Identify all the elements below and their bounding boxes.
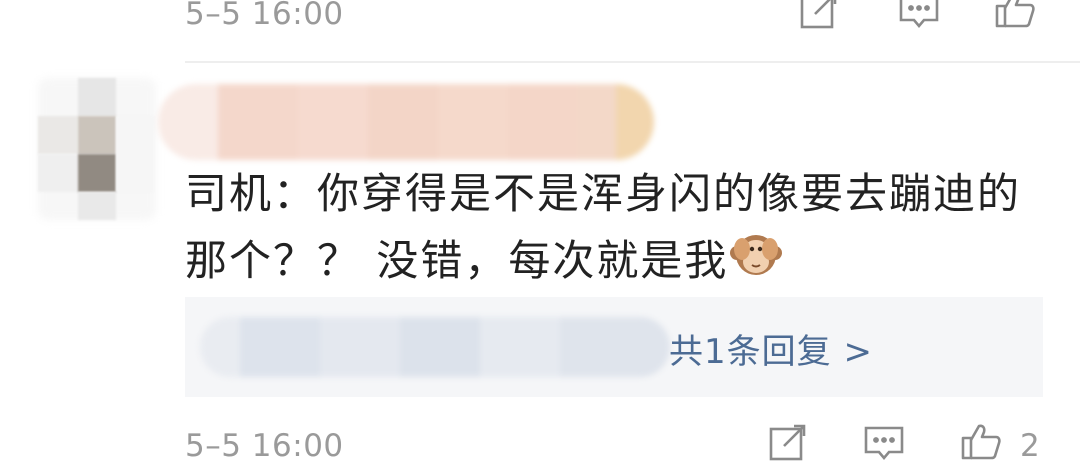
comment-icon[interactable] <box>897 0 941 32</box>
comment-thread: 5–5 16:00 司机：你穿得是不是浑身闪的像要去蹦迪的 那个？？ 没错，每次… <box>0 0 1080 468</box>
thumbs-up-icon[interactable] <box>993 0 1037 32</box>
comment-body: 司机：你穿得是不是浑身闪的像要去蹦迪的 那个？？ 没错，每次就是我 <box>185 160 1045 294</box>
share-icon[interactable] <box>797 0 841 32</box>
reply-content-redacted <box>200 317 670 377</box>
view-replies-link[interactable]: 共1条回复 > <box>669 324 873 373</box>
comment-icon[interactable] <box>862 420 906 464</box>
comment-text-line: 那个？？ 没错，每次就是我 <box>185 227 1045 294</box>
comment-timestamp: 5–5 16:00 <box>185 428 344 464</box>
comment-meta: 5–5 16:00 2 <box>185 418 1080 468</box>
avatar[interactable] <box>38 78 156 220</box>
share-icon[interactable] <box>766 420 810 464</box>
thumbs-up-icon[interactable] <box>959 420 1003 464</box>
like-count: 2 <box>1020 428 1040 464</box>
reply-preview[interactable]: 共1条回复 > <box>185 297 1043 397</box>
previous-comment-meta: 5–5 16:00 <box>185 0 1080 42</box>
comment-divider <box>185 61 1080 63</box>
username-redacted[interactable] <box>158 84 654 160</box>
comment-text-line: 司机：你穿得是不是浑身闪的像要去蹦迪的 <box>185 169 1022 218</box>
previous-comment-timestamp: 5–5 16:00 <box>185 0 344 32</box>
see-no-evil-monkey-emoji <box>728 227 784 283</box>
